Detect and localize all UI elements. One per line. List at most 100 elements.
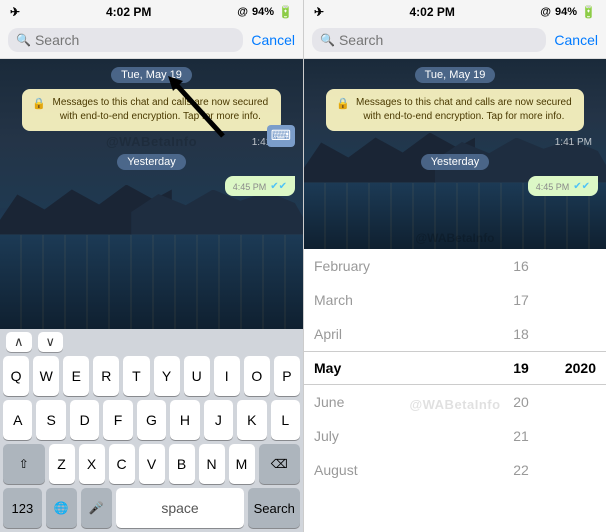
ticks-left: ✔✔ xyxy=(270,181,287,192)
key-search[interactable]: Search xyxy=(248,488,300,528)
picker-row-march[interactable]: March 17 xyxy=(304,283,606,317)
airplane-icon-right: ✈ xyxy=(314,5,324,19)
status-time-right: 4:02 PM xyxy=(409,5,454,19)
key-a[interactable]: A xyxy=(3,400,32,440)
key-m[interactable]: M xyxy=(229,444,255,484)
key-h[interactable]: H xyxy=(170,400,199,440)
day-july: 21 xyxy=(501,428,541,444)
keyboard-icon: ⌨ xyxy=(271,127,291,143)
green-bubble-left: 4:45 PM ✔✔ xyxy=(225,176,295,196)
status-time-left: 4:02 PM xyxy=(106,5,151,19)
water-lights-left xyxy=(0,235,303,330)
chat-area-left: Tue, May 19 🔒 Messages to this chat and … xyxy=(0,59,303,329)
lock-icon-right: 🔒 xyxy=(336,97,350,112)
key-shift[interactable]: ⇧ xyxy=(3,444,45,484)
month-march: March xyxy=(314,292,501,308)
search-input-wrap-right[interactable]: 🔍 xyxy=(312,28,546,52)
key-w[interactable]: W xyxy=(33,356,59,396)
key-b[interactable]: B xyxy=(169,444,195,484)
encryption-bubble-left: 🔒 Messages to this chat and calls are no… xyxy=(22,89,280,131)
key-p[interactable]: P xyxy=(274,356,300,396)
key-d[interactable]: D xyxy=(70,400,99,440)
picker-row-february[interactable]: February 16 xyxy=(304,249,606,283)
right-panel: ✈ 4:02 PM @ 94% 🔋 🔍 Cancel Tue, May 19 🔒… xyxy=(303,0,606,532)
picker-row-august[interactable]: August 22 xyxy=(304,453,606,487)
key-i[interactable]: I xyxy=(214,356,240,396)
key-v[interactable]: V xyxy=(139,444,165,484)
encryption-text-left: Messages to this chat and calls are now … xyxy=(50,96,271,124)
search-input-wrap-left[interactable]: 🔍 xyxy=(8,28,243,52)
picker-row-july[interactable]: July 21 xyxy=(304,419,606,453)
green-bubble-right: 4:45 PM ✔✔ xyxy=(528,176,598,196)
chat-area-right: Tue, May 19 🔒 Messages to this chat and … xyxy=(304,59,606,249)
kb-row-3: ⇧ Z X C V B N M ⌫ xyxy=(3,444,300,484)
key-space[interactable]: space xyxy=(116,488,245,528)
key-l[interactable]: L xyxy=(271,400,300,440)
key-n[interactable]: N xyxy=(199,444,225,484)
day-august: 22 xyxy=(501,462,541,478)
date-picker[interactable]: February 16 March 17 April 18 May 19 202… xyxy=(304,249,606,532)
picker-row-may[interactable]: May 19 2020 xyxy=(304,351,606,385)
kb-rows: Q W E R T Y U I O P A S D F G H J K xyxy=(3,356,300,528)
chat-messages-right: Tue, May 19 🔒 Messages to this chat and … xyxy=(304,67,606,196)
day-march: 17 xyxy=(501,292,541,308)
bubble-time-right: 4:45 PM xyxy=(536,182,570,192)
key-123[interactable]: 123 xyxy=(3,488,42,528)
key-delete[interactable]: ⌫ xyxy=(259,444,301,484)
key-j[interactable]: J xyxy=(204,400,233,440)
key-y[interactable]: Y xyxy=(154,356,180,396)
key-k[interactable]: K xyxy=(237,400,266,440)
nav-up-button[interactable]: ∧ xyxy=(6,332,32,352)
status-left-right: ✈ xyxy=(314,5,324,19)
month-july: July xyxy=(314,428,501,444)
search-input-left[interactable] xyxy=(35,32,235,48)
key-z[interactable]: Z xyxy=(49,444,75,484)
key-mic[interactable]: 🎤 xyxy=(81,488,112,528)
cancel-button-right[interactable]: Cancel xyxy=(554,32,598,48)
date-badge-right: Tue, May 19 xyxy=(415,67,496,83)
search-icon-right: 🔍 xyxy=(320,33,335,47)
key-u[interactable]: U xyxy=(184,356,210,396)
key-r[interactable]: R xyxy=(93,356,119,396)
battery-icon: 🔋 xyxy=(278,5,293,19)
key-c[interactable]: C xyxy=(109,444,135,484)
search-bar-left: 🔍 Cancel xyxy=(0,22,303,59)
kb-row-1: Q W E R T Y U I O P xyxy=(3,356,300,396)
watermark-left: @WABetaInfo xyxy=(106,134,197,149)
status-bar-right: ✈ 4:02 PM @ 94% 🔋 xyxy=(304,0,606,22)
key-x[interactable]: X xyxy=(79,444,105,484)
search-input-right[interactable] xyxy=(339,32,538,48)
lock-icon-left: 🔒 xyxy=(32,97,46,112)
watermark-right-chat: @WABetaInfo xyxy=(415,231,494,245)
picker-row-april[interactable]: April 18 xyxy=(304,317,606,351)
key-g[interactable]: G xyxy=(137,400,166,440)
status-right-right: @ 94% 🔋 xyxy=(540,5,596,19)
airplane-icon: ✈ xyxy=(10,5,20,19)
signal-icon: @ xyxy=(237,6,248,18)
nav-row: ∧ ∨ xyxy=(0,329,303,354)
key-q[interactable]: Q xyxy=(3,356,29,396)
keyboard-icon-badge: ⌨ xyxy=(267,125,295,147)
key-f[interactable]: F xyxy=(103,400,132,440)
key-s[interactable]: S xyxy=(36,400,65,440)
encryption-text-right: Messages to this chat and calls are now … xyxy=(354,96,574,124)
key-o[interactable]: O xyxy=(244,356,270,396)
battery-icon-right: 🔋 xyxy=(581,5,596,19)
day-april: 18 xyxy=(501,326,541,342)
kb-row-bottom: 123 🌐 🎤 space Search xyxy=(3,488,300,528)
nav-down-button[interactable]: ∨ xyxy=(38,332,64,352)
yesterday-badge-left: Yesterday xyxy=(117,154,186,170)
search-icon-left: 🔍 xyxy=(16,33,31,47)
month-may: May xyxy=(314,360,501,376)
month-august: August xyxy=(314,462,501,478)
key-e[interactable]: E xyxy=(63,356,89,396)
cancel-button-left[interactable]: Cancel xyxy=(251,32,295,48)
key-globe[interactable]: 🌐 xyxy=(46,488,77,528)
day-june: 20 xyxy=(501,394,541,410)
key-t[interactable]: T xyxy=(123,356,149,396)
bubble-time-left: 4:45 PM xyxy=(233,182,267,192)
year-may: 2020 xyxy=(541,360,596,376)
encryption-bubble-right: 🔒 Messages to this chat and calls are no… xyxy=(326,89,583,131)
kb-row-2: A S D F G H J K L xyxy=(3,400,300,440)
signal-label-right: @ xyxy=(540,6,551,18)
